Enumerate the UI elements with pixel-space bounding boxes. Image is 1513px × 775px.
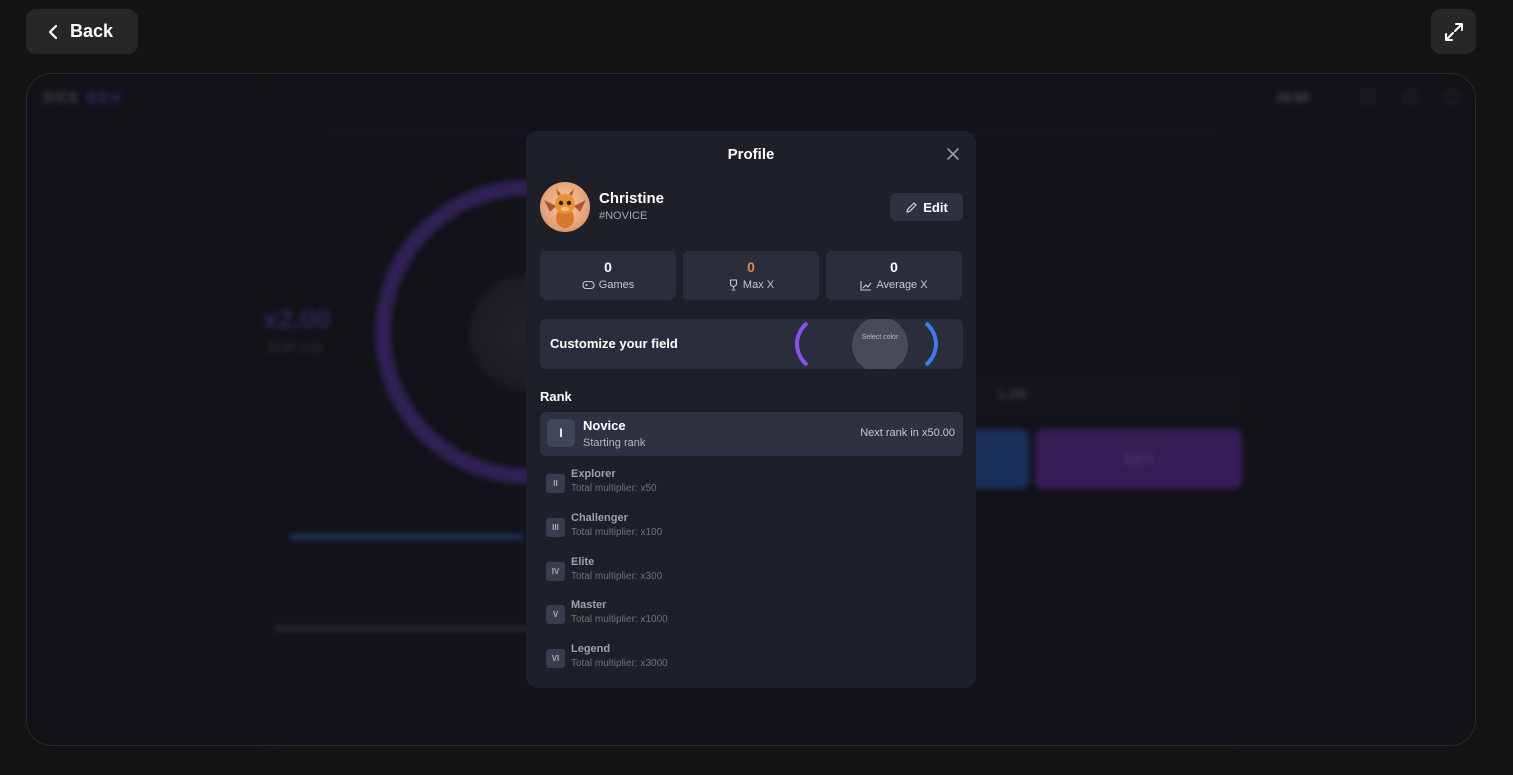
gamepad-icon [582, 280, 595, 290]
chevron-left-icon [48, 24, 58, 39]
stat-max-x: 0 Max X [683, 251, 819, 300]
rank-name: Elite [571, 556, 595, 568]
rank-badge: I [547, 419, 575, 447]
fullscreen-button[interactable] [1431, 9, 1476, 54]
rank-name: Master [571, 599, 607, 611]
rank-item-master: V Master Total multiplier: x1000 [546, 599, 956, 635]
edit-profile-button[interactable]: Edit [890, 193, 963, 221]
rank-item-challenger: III Challenger Total multiplier: x100 [546, 512, 956, 548]
edit-label: Edit [923, 199, 948, 215]
rank-subtitle: Starting rank [583, 437, 646, 449]
rank-subtitle: Total multiplier: x300 [571, 571, 663, 582]
rank-badge: V [546, 605, 565, 624]
dragon-avatar-icon [544, 189, 586, 228]
profile-modal: Profile Christine #NOVICE Edit 0 Games 0 [526, 131, 976, 688]
stat-average-x: 0 Average X [826, 251, 962, 300]
stat-games: 0 Games [540, 251, 676, 300]
rank-name: Legend [571, 643, 611, 655]
user-rank-tag: #NOVICE [599, 210, 648, 222]
back-label: Back [70, 21, 114, 41]
avatar [540, 182, 590, 232]
back-button[interactable]: Back [26, 9, 138, 54]
rank-badge: II [546, 474, 565, 493]
rank-item-elite: IV Elite Total multiplier: x300 [546, 556, 956, 592]
stat-games-label: Games [598, 279, 635, 291]
rank-name: Explorer [571, 468, 616, 480]
select-color-label: Select color [861, 334, 899, 341]
rank-badge: VI [546, 649, 565, 668]
rank-item-explorer: II Explorer Total multiplier: x50 [546, 468, 956, 504]
stat-average-x-label: Average X [876, 279, 928, 291]
rank-item-legend: VI Legend Total multiplier: x3000 [546, 643, 956, 679]
stat-games-value: 0 [604, 259, 612, 275]
rank-name: Challenger [571, 512, 628, 524]
customize-field-card[interactable]: Customize your field Select color [540, 319, 963, 369]
rank-badge: III [546, 518, 565, 537]
stat-max-x-value: 0 [747, 259, 755, 275]
modal-title: Profile [727, 146, 775, 163]
username: Christine [599, 190, 665, 207]
stat-max-x-label: Max X [742, 279, 775, 291]
next-rank-info: Next rank in x50.00 [860, 427, 955, 439]
customize-label: Customize your field [550, 336, 678, 351]
rank-subtitle: Total multiplier: x50 [571, 483, 657, 494]
rank-subtitle: Total multiplier: x1000 [571, 614, 668, 625]
pencil-icon [906, 201, 917, 213]
expand-icon [1444, 22, 1463, 41]
trophy-icon [729, 279, 737, 291]
stat-average-x-value: 0 [890, 259, 898, 275]
select-color-swatch[interactable]: Select color [852, 319, 908, 369]
rank-name: Novice [583, 418, 626, 433]
rank-subtitle: Total multiplier: x3000 [571, 658, 668, 669]
current-rank: I Novice Starting rank Next rank in x50.… [540, 412, 963, 456]
close-icon [947, 148, 959, 160]
rank-subtitle: Total multiplier: x100 [571, 527, 663, 538]
rank-title: Rank [540, 389, 572, 404]
rank-badge: IV [546, 562, 565, 581]
close-button[interactable] [946, 147, 960, 161]
chart-line-icon [860, 280, 872, 291]
